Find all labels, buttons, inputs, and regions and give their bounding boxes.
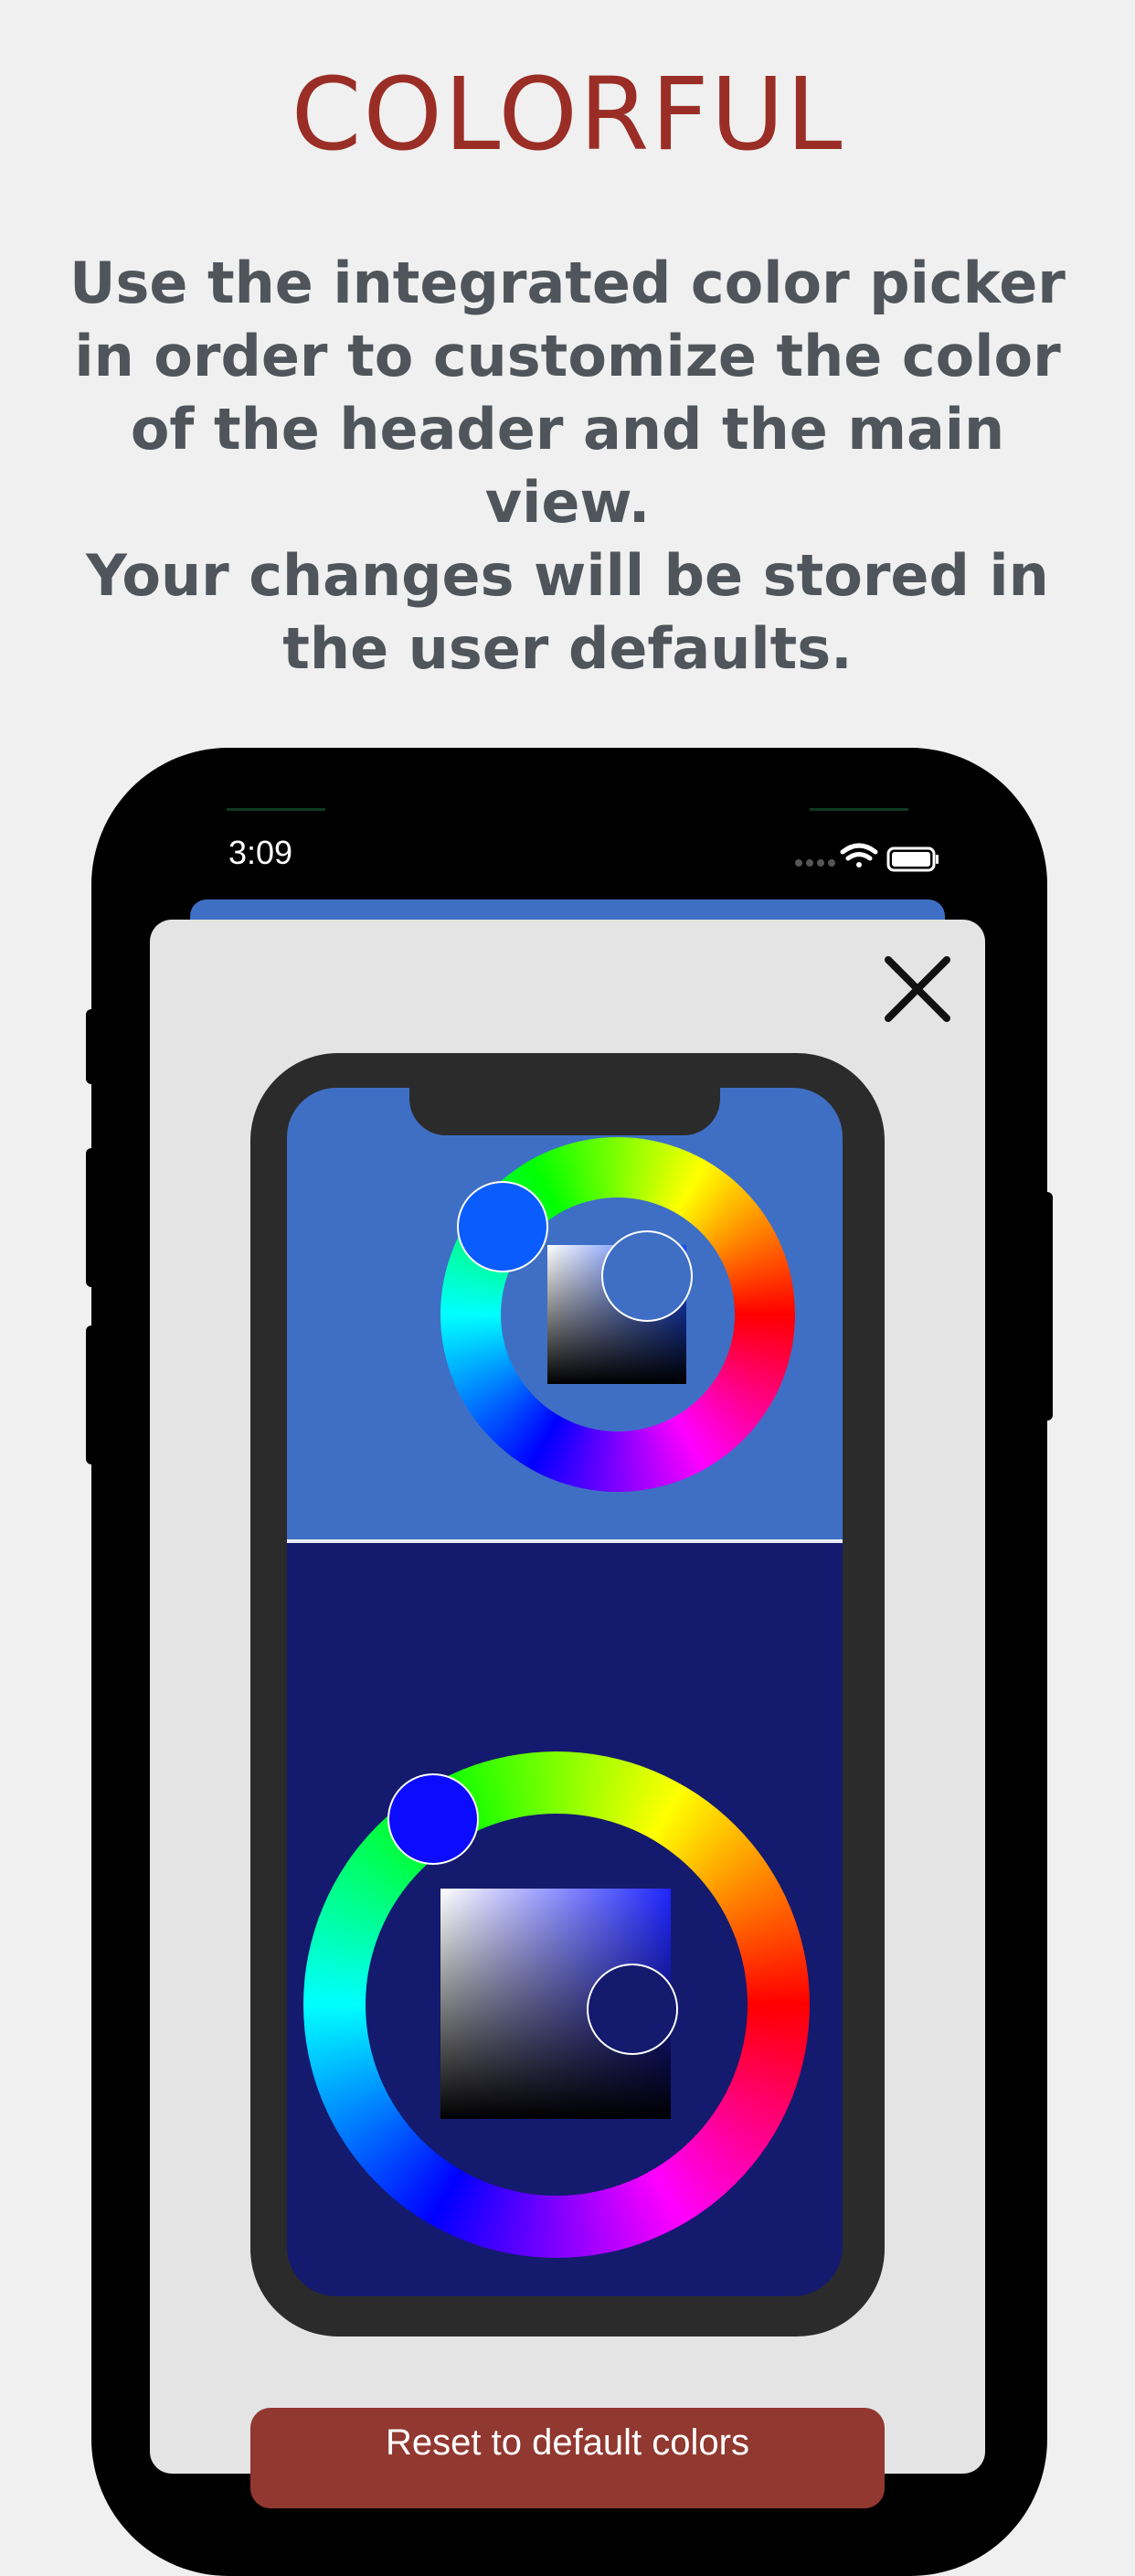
- status-time: 3:09: [228, 834, 293, 871]
- page-headline: COLORFUL: [291, 56, 844, 173]
- reset-button[interactable]: Reset to default colors: [250, 2408, 885, 2508]
- power-button: [1042, 1192, 1053, 1421]
- feature-description: Use the integrated color picker in order…: [37, 247, 1098, 686]
- wifi-icon: [840, 843, 878, 868]
- description-line: of the header and the main: [130, 396, 1005, 463]
- battery-icon: [886, 846, 939, 872]
- volume-up-button: [86, 1148, 97, 1287]
- description-line: Use the integrated color picker: [69, 250, 1066, 316]
- status-icons: [795, 843, 939, 872]
- main-value-knob[interactable]: [587, 1964, 678, 2055]
- close-icon[interactable]: [883, 954, 952, 1024]
- signal-dots-icon: [795, 859, 835, 867]
- header-hue-knob[interactable]: [457, 1181, 548, 1272]
- volume-down-button: [86, 1325, 97, 1464]
- sensor-line: [810, 808, 908, 811]
- preview-screen: [287, 1088, 843, 2296]
- main-hue-knob[interactable]: [387, 1773, 479, 1865]
- sensor-line: [227, 808, 325, 811]
- mute-switch: [86, 1009, 97, 1084]
- description-line: view.: [484, 469, 651, 536]
- description-line: in order to customize the color: [74, 323, 1061, 389]
- header-value-knob[interactable]: [601, 1230, 693, 1322]
- description-line: Your changes will be stored in: [86, 542, 1049, 609]
- description-line: the user defaults.: [282, 615, 853, 682]
- preview-notch: [409, 1088, 720, 1135]
